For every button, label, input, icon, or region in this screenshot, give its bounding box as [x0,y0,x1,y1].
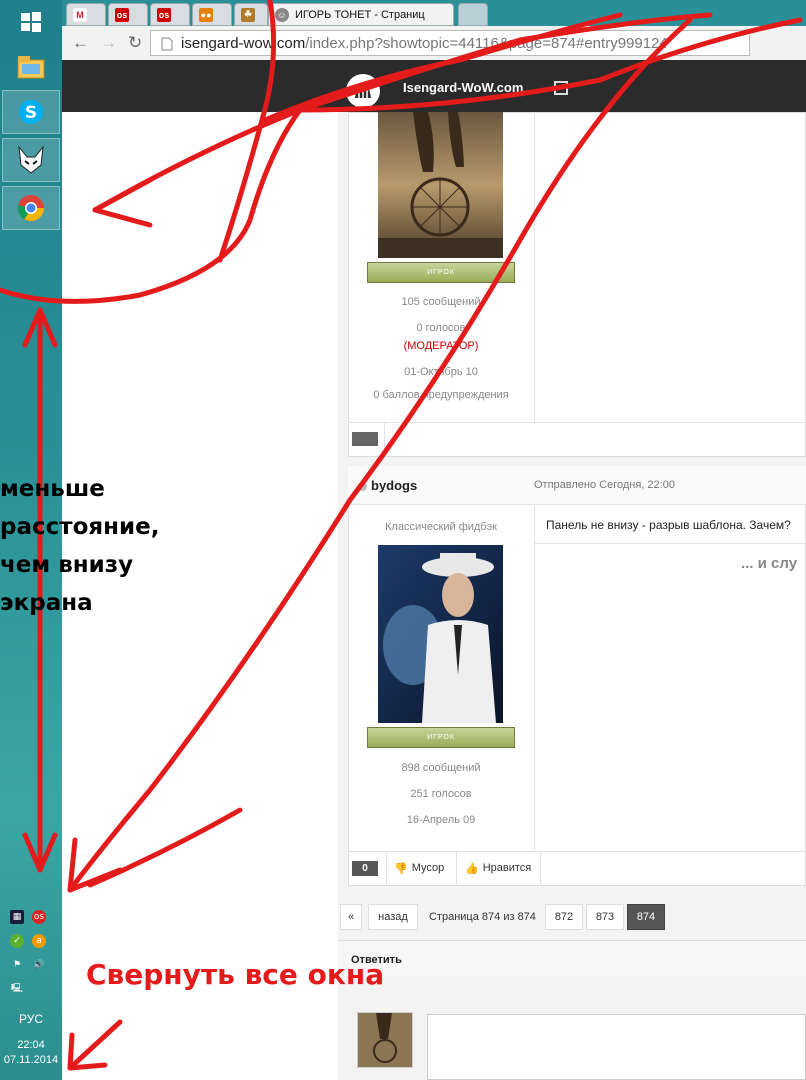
post-divider [386,852,387,886]
thumbs-down-icon: 👎 [394,862,408,875]
post-divider [456,852,457,886]
clock[interactable]: 22:04 07.11.2014 [0,1038,62,1068]
annotation-line-4: экрана [0,590,93,616]
votes-count: 251 голосов [410,788,472,800]
gmail-icon: M [73,7,87,22]
prev-page-button[interactable]: назад [368,904,418,930]
site-favicon: ☺ [275,7,289,22]
svg-text:S: S [25,103,37,123]
like-label: Нравится [482,862,532,874]
post-divider [534,112,535,422]
first-page-button[interactable]: « [340,904,362,930]
address-bar[interactable]: isengard-wow.com/index.php?showtopic=441… [150,30,750,56]
page-873-button[interactable]: 873 [586,904,624,930]
file-explorer-icon[interactable] [2,44,60,88]
moderator-label: (МОДЕРАТОР) [403,340,479,352]
flickr-icon: ●● [199,7,213,22]
menu-icon[interactable] [554,81,568,95]
avatar[interactable] [378,112,503,258]
reply-avatar [357,1012,413,1068]
start-icon[interactable] [2,0,60,44]
forward-icon[interactable]: → [100,33,117,53]
post-text: Панель не внизу - разрыв шаблона. Зачем? [546,518,791,532]
lastfm-tray-icon[interactable]: os [32,910,46,924]
tab-title: ИГОРЬ ТОНЕТ - Страниц [295,8,425,21]
post-divider [534,543,806,544]
annotation-line-3: чем внизу [0,552,134,578]
post-divider [348,851,806,852]
lastfm-icon: os [157,7,171,22]
rank-badge: ИГРОК [367,262,515,283]
site-name[interactable]: Isengard-WoW.com [403,80,523,95]
tab-gmail[interactable]: M [66,3,106,26]
post-count: 105 сообщений [401,296,481,308]
trash-button[interactable]: 👎 Мусор [394,858,444,878]
page-874-button[interactable]: 874 [627,904,665,930]
warning-points: 0 баллов предупреждения [373,389,509,401]
tab-flickr[interactable]: ●● [192,3,232,26]
volume-icon[interactable]: 🔊 [32,958,46,972]
join-date: 16-Апрель 09 [406,814,476,826]
site-logo[interactable] [346,74,380,108]
url-text: isengard-wow.com/index.php?showtopic=441… [181,35,668,52]
like-button[interactable]: 👍 Нравится [465,858,531,878]
url-path: /index.php?showtopic=44116&page=874#entr… [305,34,668,52]
join-date: 01-Октябрь 10 [404,366,478,378]
reload-icon[interactable]: ↻ [128,33,142,53]
shield-check-icon[interactable]: ✓ [10,934,24,948]
reply-textarea[interactable] [427,1014,806,1080]
lastfm-icon: os [115,7,129,22]
clock-time: 22:04 [17,1039,45,1051]
tab-lastfm-2[interactable]: os [150,3,190,26]
language-indicator[interactable]: РУС [0,1012,62,1026]
avast-icon[interactable]: a [32,934,46,948]
back-icon[interactable]: ← [72,33,89,53]
member-group: Классический фидбэк [385,521,497,533]
skype-icon[interactable]: S [2,90,60,134]
annotation-left-note: меньше расстояние, чем внизу экрана [0,470,160,622]
page-872-button[interactable]: 872 [545,904,583,930]
page-indicator: Страница 874 из 874 [429,911,536,923]
new-tab-button[interactable] [458,3,488,26]
avatar[interactable] [378,545,503,723]
cat-icon: ☘ [241,7,255,22]
offline-status-icon [358,482,367,491]
page-icon [161,37,173,51]
network-grid-icon[interactable]: ▦ [10,910,24,924]
trash-label: Мусор [411,862,445,874]
url-host: isengard-wow.com [181,34,306,52]
votes-count: 0 голосов [416,322,466,334]
post-divider [348,422,806,423]
post-date[interactable]: Отправлено Сегодня, 22:00 [534,479,675,491]
post-divider [534,505,535,851]
reputation-badge: 0 [352,861,378,876]
rank-badge: ИГРОК [367,727,515,748]
annotation-line-1: меньше [0,476,105,502]
annotation-line-2: расстояние, [0,514,160,540]
tab-lastfm-1[interactable]: os [108,3,148,26]
chrome-icon[interactable] [2,186,60,230]
post-signature: ... и слу [741,555,798,572]
thumbs-up-icon: 👍 [465,862,479,875]
flag-icon[interactable]: ⚑ [10,958,24,972]
post-count: 898 сообщений [401,762,481,774]
post-author[interactable]: bydogs [371,478,417,493]
post-divider [540,852,541,886]
clock-date: 07.11.2014 [3,1054,59,1066]
reputation-badge [352,432,378,446]
reply-header [338,940,806,977]
post-divider [384,422,385,457]
tab-cat[interactable]: ☘ [234,3,268,26]
annotation-bottom-note: Свернуть все окна [86,958,385,991]
foobar-icon[interactable] [2,138,60,182]
monitor-icon[interactable]: 🖳 [10,982,24,996]
tab-active[interactable]: ☺ ИГОРЬ ТОНЕТ - Страниц [268,3,454,26]
